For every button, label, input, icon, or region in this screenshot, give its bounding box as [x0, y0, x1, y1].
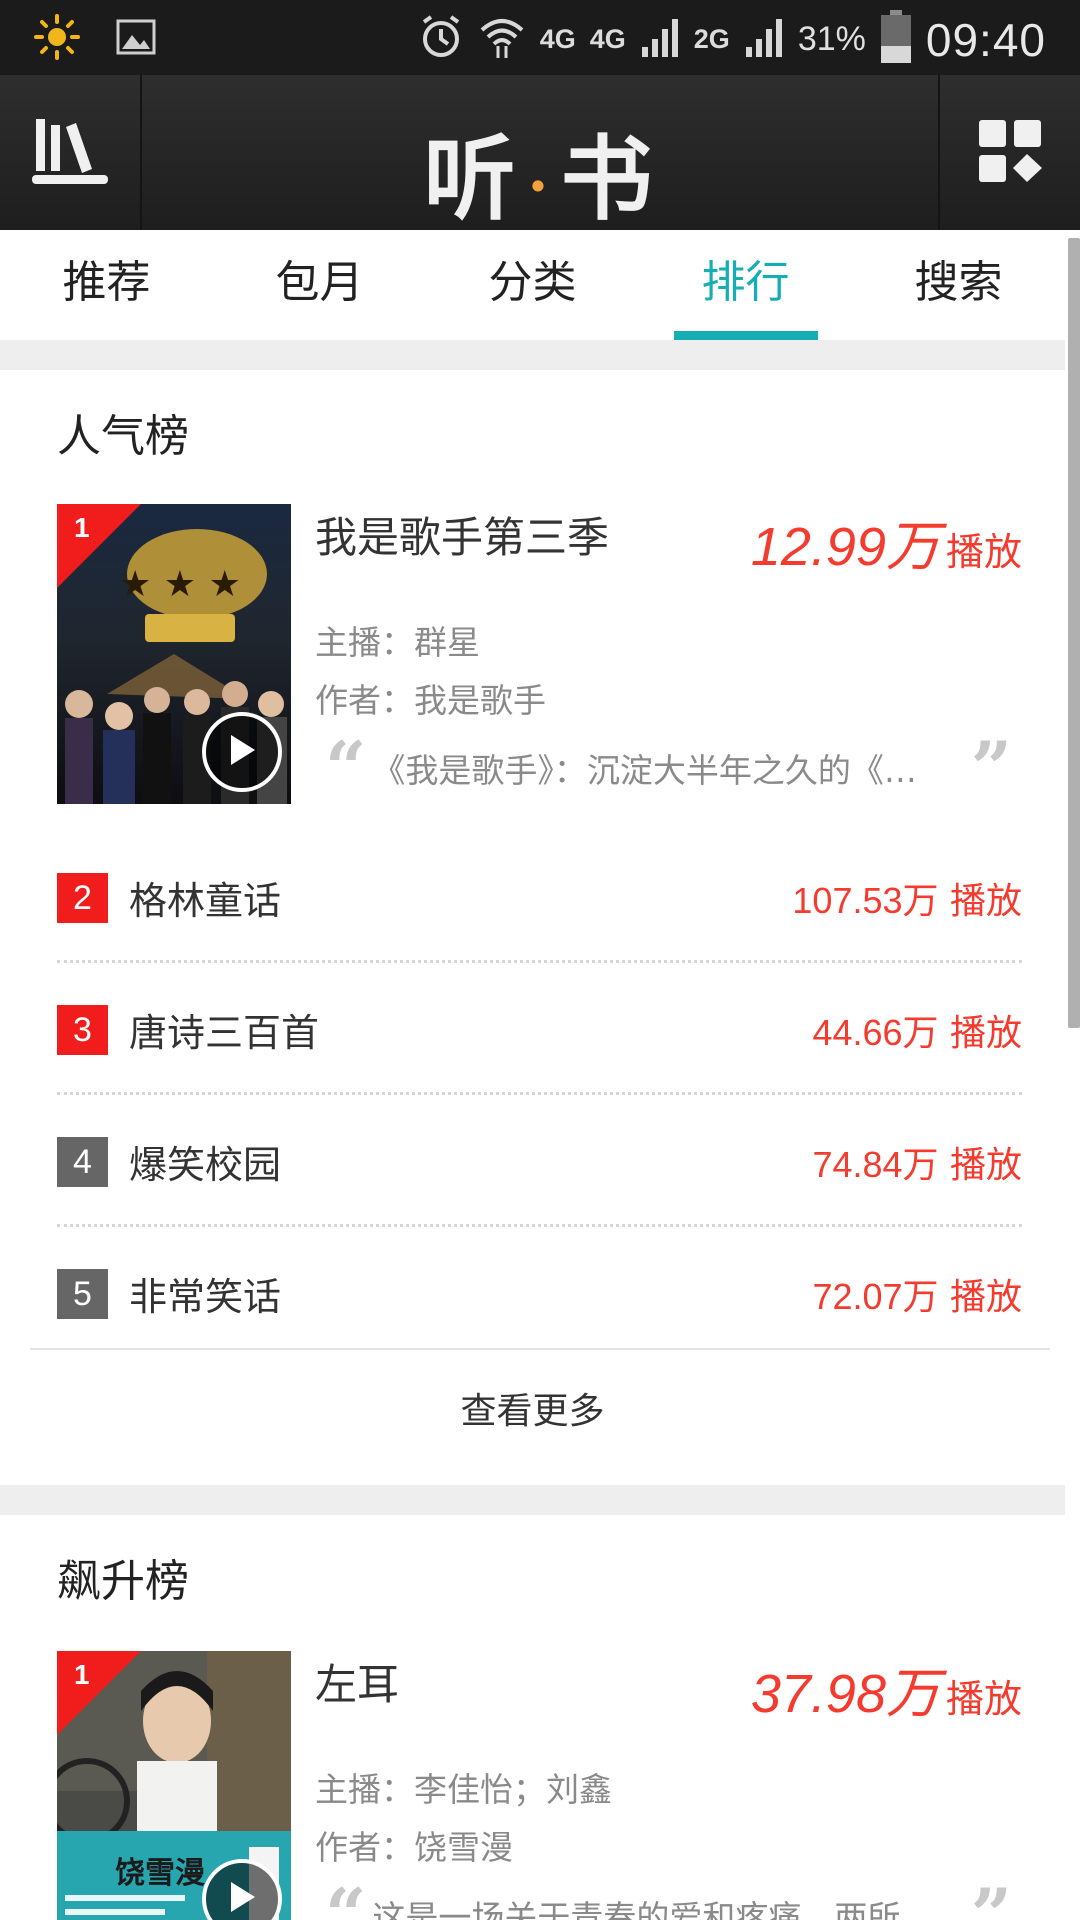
svg-text:饶雪漫: 饶雪漫: [115, 1856, 205, 1891]
battery-percent: 31%: [797, 20, 866, 58]
top-ranked-item[interactable]: ★ ★ ★ 1 我是歌手第三季 12.99万 播放 主播：群星 作者：我是歌手 “…: [57, 504, 1022, 804]
menu-grid-button[interactable]: [938, 75, 1080, 230]
description-text: 这是一场关于青春的爱和疼痛。两所…: [372, 1898, 934, 1920]
section-divider: [0, 340, 1065, 370]
app-title: 听 ·书: [423, 125, 657, 233]
rank-badge: 5: [57, 1269, 108, 1319]
status-bar: 4G 4G 2G 31% 09:40: [0, 0, 1080, 75]
description-quote: “ 这是一场关于青春的爱和疼痛。两所… ”: [325, 1879, 1012, 1920]
tab-recommend[interactable]: 推荐: [0, 230, 213, 340]
quote-open-icon: “: [325, 732, 367, 804]
list-item[interactable]: 2 格林童话 107.53万 播放: [57, 828, 1022, 960]
play-icon: [227, 1880, 257, 1918]
wifi-icon: [478, 14, 526, 65]
quote-close-icon: ”: [970, 732, 1012, 804]
battery-icon: [880, 10, 912, 69]
book-title: 格林童话: [129, 879, 282, 923]
author-label: 作者：饶雪漫: [315, 1828, 513, 1867]
play-button[interactable]: [202, 712, 282, 792]
image-icon: [116, 19, 156, 59]
tab-category[interactable]: 分类: [426, 230, 639, 340]
section-title: 人气榜: [57, 411, 189, 462]
play-count: 72.07万 播放: [812, 1276, 1022, 1318]
play-icon: [227, 733, 257, 771]
play-count: 74.84万 播放: [812, 1144, 1022, 1186]
alarm-icon: [418, 14, 464, 65]
rank-corner-badge: [57, 1651, 141, 1735]
description-quote: “ 《我是歌手》：沉淀大半年之久的《… ”: [325, 732, 1012, 804]
signal-icon: [744, 15, 784, 64]
view-more-button[interactable]: 查看更多: [0, 1382, 1065, 1434]
tab-bar: 推荐 包月 分类 排行 搜索: [0, 230, 1065, 340]
list-item[interactable]: 3 唐诗三百首 44.66万 播放: [57, 960, 1022, 1092]
rank-badge: 4: [57, 1137, 108, 1187]
list-item[interactable]: 4 爆笑校园 74.84万 播放: [57, 1092, 1022, 1224]
book-title: 爆笑校园: [129, 1143, 282, 1187]
divider: [30, 1348, 1050, 1350]
section-title: 飙升榜: [57, 1556, 189, 1607]
tab-ranking[interactable]: 排行: [639, 230, 852, 340]
section-divider: [0, 1485, 1065, 1515]
play-count: 12.99万 播放: [750, 517, 1022, 577]
album-cover[interactable]: 饶雪漫 1: [57, 1651, 291, 1920]
clock: 09:40: [925, 13, 1046, 66]
host-label: 主播：李佳怡；刘鑫: [315, 1770, 612, 1809]
author-label: 作者：我是歌手: [315, 681, 546, 720]
book-title[interactable]: 左耳: [315, 1651, 399, 1712]
rank-badge: 3: [57, 1005, 108, 1055]
quote-close-icon: ”: [971, 1879, 1012, 1920]
app-header: 听 ·书: [0, 75, 1080, 233]
description-text: 《我是歌手》：沉淀大半年之久的《…: [372, 751, 917, 790]
play-count: 44.66万 播放: [812, 1012, 1022, 1054]
quote-open-icon: “: [325, 1879, 366, 1920]
sun-icon: [34, 14, 80, 64]
book-title: 唐诗三百首: [129, 1011, 320, 1055]
play-count: 37.98万 播放: [750, 1664, 1022, 1724]
network-type-label: 2G: [693, 24, 730, 54]
play-count: 107.53万 播放: [792, 880, 1022, 922]
book-title[interactable]: 我是歌手第三季: [315, 504, 609, 565]
top-ranked-item[interactable]: 饶雪漫 1 左耳 37.98万播放 主播：李佳怡；刘鑫 作者：饶雪漫 “ 这是一…: [57, 1651, 1022, 1920]
rank-badge: 2: [57, 873, 108, 923]
tab-monthly[interactable]: 包月: [213, 230, 426, 340]
network-type-label: 4G: [539, 24, 576, 54]
rank-number: 1: [74, 512, 90, 543]
signal-icon: [640, 15, 680, 64]
rank-corner-badge: [57, 504, 141, 588]
host-label: 主播：群星: [315, 623, 480, 662]
tab-search[interactable]: 搜索: [852, 230, 1065, 340]
rising-section: 飙升榜 饶雪漫 1 左耳 37.98万 播放 主播：李佳怡；刘鑫 作者：饶雪漫 …: [0, 1515, 1065, 1920]
rank-number: 1: [74, 1659, 90, 1690]
list-item[interactable]: 5 非常笑话 72.07万 播放: [57, 1224, 1022, 1356]
popular-section: 人气榜 ★ ★ ★ 1 我是歌手第三季 12.99万 播放 主播：群星 作者：我…: [0, 370, 1065, 1485]
grid-icon: [975, 116, 1045, 190]
network-type-label: 4G: [589, 24, 626, 54]
scrollbar[interactable]: [1068, 238, 1080, 1028]
album-cover[interactable]: ★ ★ ★ 1: [57, 504, 291, 804]
book-title: 非常笑话: [129, 1275, 282, 1319]
